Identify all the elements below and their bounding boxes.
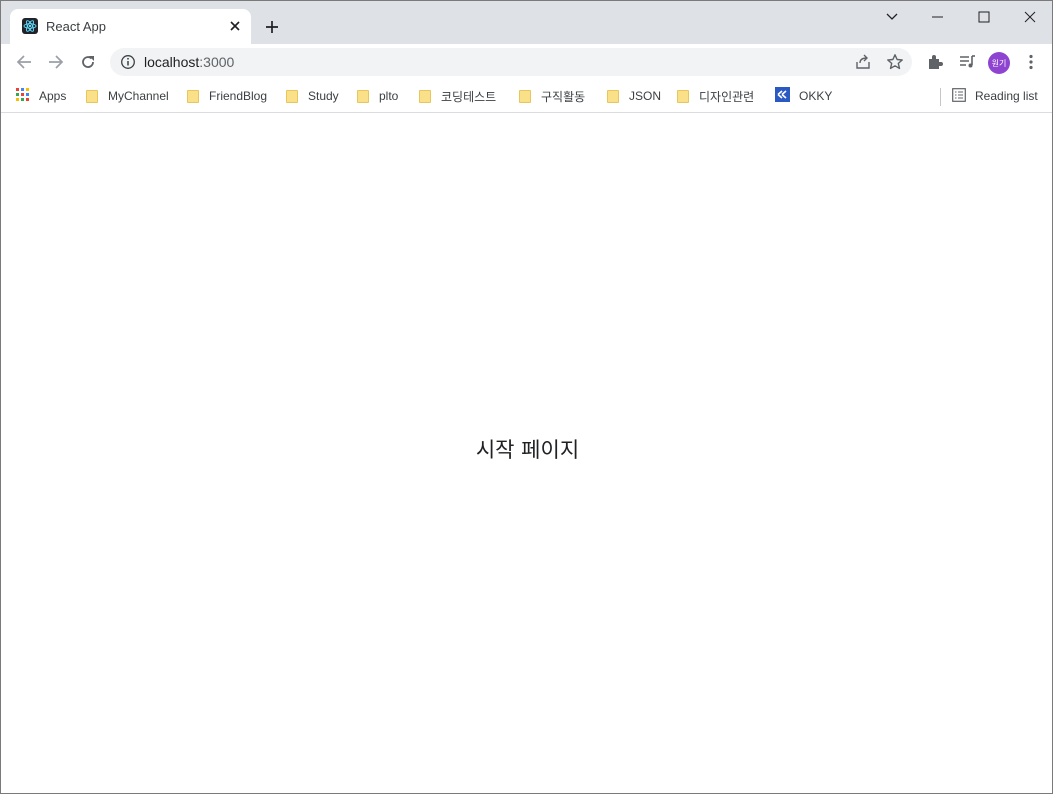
okky-icon xyxy=(775,87,790,105)
folder-icon xyxy=(519,89,531,103)
page-heading: 시작 페이지 xyxy=(475,438,580,462)
browser-toolbar: localhost:3000 원기 xyxy=(1,44,1052,80)
info-icon[interactable] xyxy=(120,54,136,70)
bookmark-folder[interactable]: 구직활동 xyxy=(519,86,585,106)
bookmark-label: FriendBlog xyxy=(209,89,268,103)
bookmark-folder[interactable]: MyChannel xyxy=(86,86,169,106)
folder-icon xyxy=(357,89,369,103)
bookmark-apps[interactable]: Apps xyxy=(16,86,66,106)
reload-icon[interactable] xyxy=(75,49,101,75)
close-icon[interactable] xyxy=(1007,1,1052,33)
folder-icon xyxy=(187,89,199,103)
reading-list-label: Reading list xyxy=(975,89,1038,103)
bookmark-folder[interactable]: Study xyxy=(286,86,339,106)
bookmark-label: Apps xyxy=(39,89,67,103)
url-host: localhost xyxy=(144,54,200,70)
bookmark-label: 디자인관련 xyxy=(699,89,755,104)
bookmark-okky[interactable]: OKKY xyxy=(775,86,832,106)
bookmark-folder[interactable]: JSON xyxy=(607,86,661,106)
more-menu-icon[interactable] xyxy=(1021,52,1041,72)
bookmark-folder[interactable]: plto xyxy=(357,86,398,106)
bookmark-label: plto xyxy=(379,89,399,103)
chevron-down-icon[interactable] xyxy=(869,1,915,33)
reading-list-icon xyxy=(952,87,966,105)
bookmark-label: JSON xyxy=(629,89,662,103)
extensions-icon[interactable] xyxy=(925,52,945,72)
share-icon[interactable] xyxy=(854,53,872,71)
folder-icon xyxy=(286,89,298,103)
browser-window: React App localhost:3000 원기 Apps MyChann… xyxy=(0,0,1053,794)
tab-react-app[interactable]: React App xyxy=(10,9,251,44)
reading-list-button[interactable]: Reading list xyxy=(952,86,1038,106)
folder-icon xyxy=(677,89,689,103)
bookmarks-divider xyxy=(940,88,941,106)
tab-title: React App xyxy=(46,19,106,34)
bookmark-label: Study xyxy=(308,89,339,103)
maximize-icon[interactable] xyxy=(961,1,1007,33)
back-icon[interactable] xyxy=(11,49,37,75)
folder-icon xyxy=(86,89,98,103)
bookmark-label: OKKY xyxy=(799,89,833,103)
minimize-icon[interactable] xyxy=(915,1,961,33)
bookmark-label: MyChannel xyxy=(108,89,169,103)
url-port: :3000 xyxy=(199,54,235,70)
plus-icon[interactable] xyxy=(261,16,283,38)
url-text: localhost:3000 xyxy=(144,54,234,70)
folder-icon xyxy=(419,89,431,103)
address-bar[interactable]: localhost:3000 xyxy=(110,48,912,76)
profile-avatar[interactable]: 원기 xyxy=(988,52,1010,74)
folder-icon xyxy=(607,89,619,103)
close-icon[interactable] xyxy=(226,17,244,35)
bookmark-folder[interactable]: 코딩테스트 xyxy=(419,86,496,106)
page-content: 시작 페이지 xyxy=(1,113,1052,793)
media-control-icon[interactable] xyxy=(957,52,977,72)
forward-icon[interactable] xyxy=(43,49,69,75)
tab-strip: React App xyxy=(1,1,1052,44)
react-icon xyxy=(22,18,38,34)
bookmark-folder[interactable]: FriendBlog xyxy=(187,86,267,106)
star-icon[interactable] xyxy=(886,53,904,71)
bookmarks-bar: Apps MyChannel FriendBlog Study plto 코딩테… xyxy=(1,80,1052,113)
apps-grid-icon xyxy=(16,87,30,105)
bookmark-label: 구직활동 xyxy=(541,89,586,104)
bookmark-folder[interactable]: 디자인관련 xyxy=(677,86,754,106)
bookmark-label: 코딩테스트 xyxy=(441,89,497,104)
